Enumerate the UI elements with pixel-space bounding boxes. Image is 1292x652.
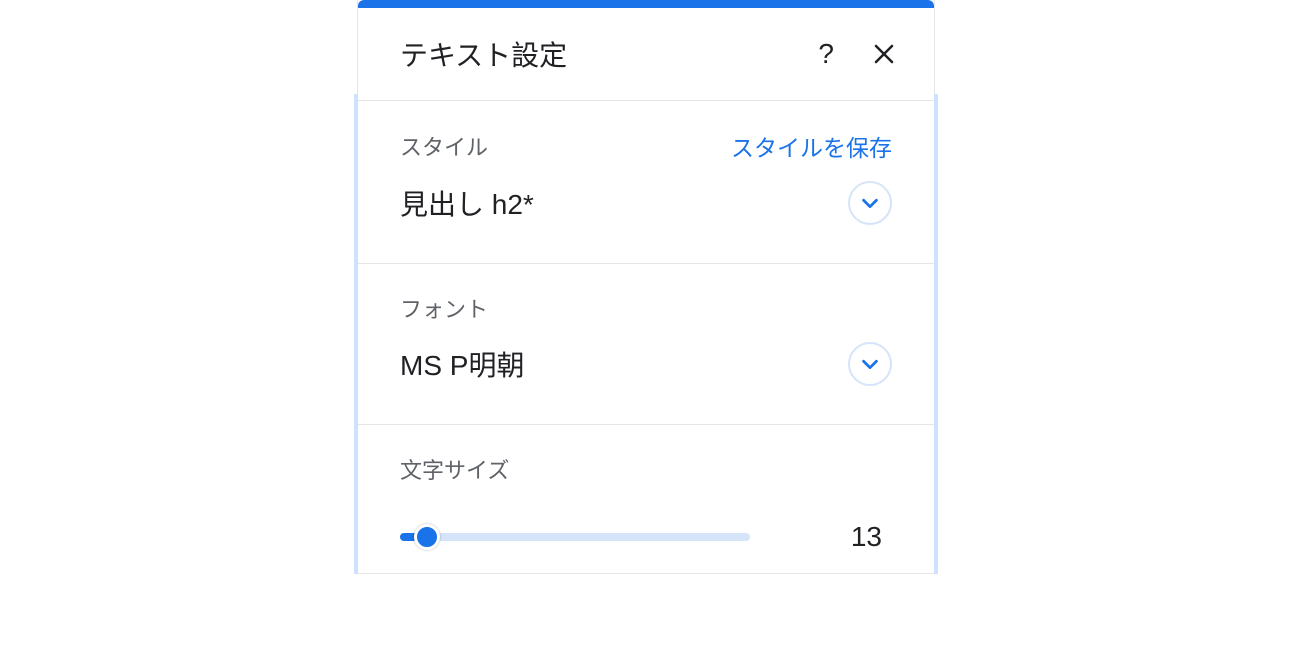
font-dropdown[interactable]: MS P明朝 (400, 342, 892, 386)
style-dropdown[interactable]: 見出し h2* (400, 181, 892, 225)
size-slider-row: 13 (400, 521, 892, 553)
size-slider[interactable] (400, 522, 750, 552)
size-label: 文字サイズ (400, 453, 892, 485)
font-label: フォント (400, 292, 488, 324)
panel-top-accent (358, 0, 934, 8)
style-section-header: スタイル スタイルを保存 (400, 129, 892, 163)
slider-thumb[interactable] (414, 524, 440, 550)
header-icons: ? (818, 38, 896, 70)
text-settings-panel: テキスト設定 ? スタイル スタイルを保存 見出し h2* (357, 0, 935, 574)
style-dropdown-toggle[interactable] (848, 181, 892, 225)
font-section-header: フォント (400, 292, 892, 324)
style-label: スタイル (400, 130, 488, 162)
chevron-down-icon (859, 192, 881, 214)
help-icon[interactable]: ? (818, 38, 834, 70)
font-dropdown-value: MS P明朝 (400, 344, 524, 384)
chevron-down-icon (859, 353, 881, 375)
save-style-link[interactable]: スタイルを保存 (731, 129, 892, 163)
panel-left-accent (354, 94, 358, 574)
style-dropdown-value: 見出し h2* (400, 183, 534, 223)
size-value: 13 (851, 521, 892, 553)
panel-right-accent (934, 94, 938, 574)
panel-title: テキスト設定 (400, 34, 567, 74)
font-dropdown-toggle[interactable] (848, 342, 892, 386)
slider-track (400, 533, 750, 541)
size-section: 文字サイズ 13 (358, 425, 934, 574)
close-icon[interactable] (872, 42, 896, 66)
style-section: スタイル スタイルを保存 見出し h2* (358, 101, 934, 264)
font-section: フォント MS P明朝 (358, 264, 934, 425)
panel-header: テキスト設定 ? (358, 8, 934, 101)
